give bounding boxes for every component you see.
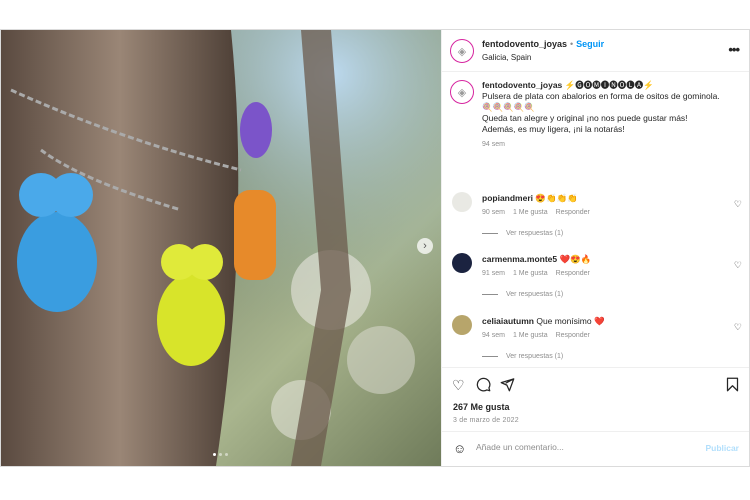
comment-item: carmenma.monte5 ❤️😍🔥 91 sem 1 Me gusta R… xyxy=(442,253,749,314)
comment-text: celiaiautumn Que monísimo ❤️ xyxy=(482,316,605,327)
gummy-bear-yellow xyxy=(157,244,225,366)
post-side-panel: ◈ fentodovento_joyas • Seguir Galicia, Spa… xyxy=(441,30,749,466)
post-photo[interactable]: › xyxy=(1,30,441,466)
comment-likes[interactable]: 1 Me gusta xyxy=(513,270,548,277)
comment-text: popiandmeri 😍👏👏👏 xyxy=(482,193,578,204)
caption-line: 🍭🍭🍭🍭🍭 xyxy=(482,102,535,112)
likes-count[interactable]: 267 Me gusta xyxy=(453,402,510,412)
comment-body: ❤️😍🔥 xyxy=(559,254,592,264)
comments-scroll[interactable]: ◈ fentodovento_joyas ⚡🅖🅞🅜🅘🅝🅞🅛🅐⚡ Pulsera … xyxy=(442,73,749,367)
comment-meta: 91 sem 1 Me gusta Responder xyxy=(482,270,590,277)
caption-username[interactable]: fentodovento_joyas xyxy=(482,80,562,90)
comment-username[interactable]: carmenma.monte5 xyxy=(482,254,557,264)
comment-meta: 90 sem 1 Me gusta Responder xyxy=(482,209,590,216)
more-icon[interactable]: ••• xyxy=(728,42,740,57)
carousel-dot xyxy=(225,453,228,456)
follow-button[interactable]: Seguir xyxy=(576,39,604,49)
share-icon[interactable] xyxy=(500,377,515,395)
caption-line: Queda tan alegre y original ¡no nos pued… xyxy=(482,113,688,123)
view-replies-label: Ver respuestas (1) xyxy=(506,353,564,360)
reply-button[interactable]: Responder xyxy=(556,209,590,216)
carousel-dot xyxy=(219,453,222,456)
caption-avatar[interactable]: ◈ xyxy=(450,80,474,104)
post-date: 3 de marzo de 2022 xyxy=(453,417,519,424)
gummy-bear-blue xyxy=(17,173,97,312)
comment-input[interactable] xyxy=(476,442,696,452)
post-location[interactable]: Galicia, Spain xyxy=(482,53,531,62)
carousel-dots xyxy=(213,453,228,456)
comment-item: celiaiautumn Que monísimo ❤️ 94 sem 1 Me… xyxy=(442,315,749,367)
post-actions: ♡ 267 Me gusta 3 de marzo de 2022 xyxy=(442,367,749,431)
comment-time: 94 sem xyxy=(482,332,505,339)
gummy-bear-purple xyxy=(240,102,272,158)
post-caption: fentodovento_joyas ⚡🅖🅞🅜🅘🅝🅞🅛🅐⚡ Pulsera de… xyxy=(482,80,742,150)
comment-time: 91 sem xyxy=(482,270,505,277)
post-modal: › ◈ fentodovento_joyas • Seguir Galicia, S… xyxy=(0,29,750,467)
next-photo-button[interactable]: › xyxy=(417,238,433,254)
commenter-avatar[interactable] xyxy=(452,315,472,335)
comment-likes[interactable]: 1 Me gusta xyxy=(513,209,548,216)
carousel-dot xyxy=(213,453,216,456)
gummy-bear-orange xyxy=(234,190,276,280)
commenter-avatar[interactable] xyxy=(452,192,472,212)
heart-icon[interactable]: ♡ xyxy=(452,377,465,394)
comment-body: Que monísimo ❤️ xyxy=(536,316,605,326)
commenter-avatar[interactable] xyxy=(452,253,472,273)
view-replies-button[interactable]: Ver respuestas (1) xyxy=(482,353,563,360)
caption-line: Pulsera de plata con abalorios en forma … xyxy=(482,91,720,101)
author-username[interactable]: fentodovento_joyas xyxy=(482,39,567,49)
comment-username[interactable]: popiandmeri xyxy=(482,193,533,203)
comment-meta: 94 sem 1 Me gusta Responder xyxy=(482,332,590,339)
post-header: ◈ fentodovento_joyas • Seguir Galicia, Spa… xyxy=(442,30,749,72)
author-line: fentodovento_joyas • Seguir xyxy=(482,39,604,49)
comment-heart-icon[interactable]: ♡ xyxy=(734,260,742,271)
bookmark-icon[interactable] xyxy=(726,377,739,395)
comment-body: 😍👏👏👏 xyxy=(535,193,578,203)
caption-line: Además, es muy ligera, ¡ni la notarás! xyxy=(482,124,625,134)
caption-time: 94 sem xyxy=(482,141,505,148)
publish-button[interactable]: Publicar xyxy=(705,443,739,453)
comment-icon[interactable] xyxy=(476,377,491,395)
comment-item: popiandmeri 😍👏👏👏 90 sem 1 Me gusta Respo… xyxy=(442,192,749,253)
comment-time: 90 sem xyxy=(482,209,505,216)
author-avatar[interactable]: ◈ xyxy=(450,39,474,63)
comment-heart-icon[interactable]: ♡ xyxy=(734,199,742,210)
caption-badge: ⚡🅖🅞🅜🅘🅝🅞🅛🅐⚡ xyxy=(564,80,654,90)
separator: • xyxy=(570,39,574,49)
add-comment-bar: ☺ Publicar xyxy=(442,431,749,466)
emoji-icon[interactable]: ☺ xyxy=(453,441,466,456)
comment-username[interactable]: celiaiautumn xyxy=(482,316,534,326)
comment-text: carmenma.monte5 ❤️😍🔥 xyxy=(482,254,591,265)
view-replies-label: Ver respuestas (1) xyxy=(506,230,564,237)
view-replies-label: Ver respuestas (1) xyxy=(506,291,564,298)
comment-heart-icon[interactable]: ♡ xyxy=(734,322,742,333)
reply-button[interactable]: Responder xyxy=(556,332,590,339)
view-replies-button[interactable]: Ver respuestas (1) xyxy=(482,230,563,237)
reply-button[interactable]: Responder xyxy=(556,270,590,277)
page-bottom-bar xyxy=(0,467,750,500)
view-replies-button[interactable]: Ver respuestas (1) xyxy=(482,291,563,298)
comment-likes[interactable]: 1 Me gusta xyxy=(513,332,548,339)
